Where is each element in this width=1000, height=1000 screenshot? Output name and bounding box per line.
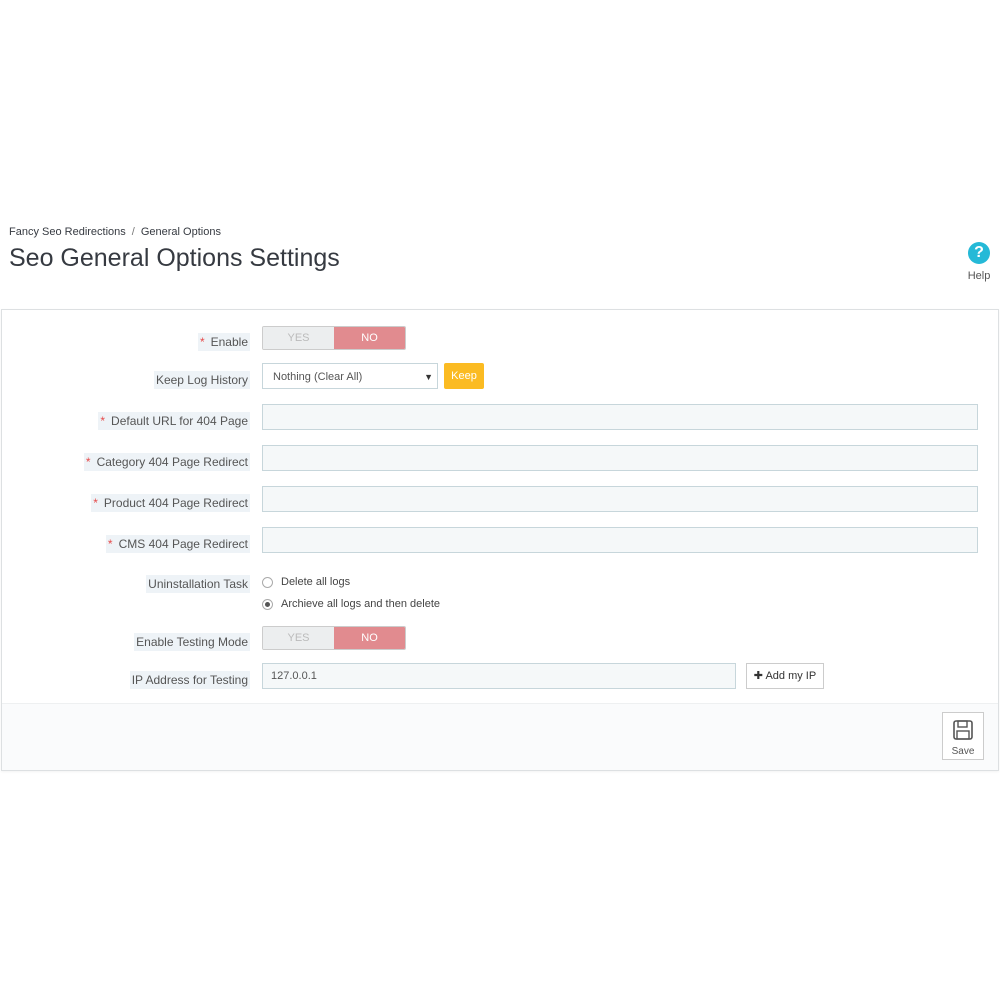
breadcrumb-separator: / <box>131 226 135 238</box>
category-redirect-input[interactable] <box>262 445 978 471</box>
uninstall-label: Uninstallation Task <box>146 575 250 593</box>
keep-log-selected: Nothing (Clear All) <box>273 371 363 383</box>
keep-log-select[interactable]: Nothing (Clear All) ▼ <box>262 363 438 389</box>
default-url-input[interactable] <box>262 404 978 430</box>
testing-mode-row: Enable Testing Mode YES NO <box>2 626 998 656</box>
uninstall-option-archive[interactable]: Archieve all logs and then delete <box>262 593 440 615</box>
help-button[interactable]: ? Help <box>966 242 992 282</box>
ip-address-label: IP Address for Testing <box>129 671 250 689</box>
breadcrumb: Fancy Seo Redirections / General Options <box>9 226 221 238</box>
enable-yes-option[interactable]: YES <box>263 327 334 349</box>
required-marker: * <box>85 455 91 469</box>
radio-button[interactable] <box>262 576 273 588</box>
panel-footer: Save <box>2 703 998 770</box>
required-marker: * <box>107 537 113 551</box>
page-header: Fancy Seo Redirections / General Options S… <box>0 220 1000 310</box>
cms-redirect-row: * CMS 404 Page Redirect <box>2 527 998 557</box>
enable-label: * Enable <box>197 333 250 351</box>
keep-log-row: Keep Log History Nothing (Clear All) ▼ K… <box>2 363 998 393</box>
uninstall-option-label: Delete all logs <box>281 576 351 588</box>
uninstall-row: Uninstallation Task Delete all logs Arch… <box>2 571 998 619</box>
testing-no-option[interactable]: NO <box>334 627 405 649</box>
enable-switch[interactable]: YES NO <box>262 326 406 350</box>
category-redirect-row: * Category 404 Page Redirect <box>2 445 998 475</box>
save-label: Save <box>951 746 975 757</box>
add-my-ip-button[interactable]: ✚ Add my IP <box>746 663 824 689</box>
ip-address-input[interactable]: 127.0.0.1 <box>262 663 736 689</box>
ip-address-row: IP Address for Testing 127.0.0.1 ✚ Add m… <box>2 663 998 693</box>
settings-panel: * Enable YES NO Keep Log History Nothing … <box>1 309 999 771</box>
cms-redirect-label: * CMS 404 Page Redirect <box>105 535 250 553</box>
category-redirect-label: * Category 404 Page Redirect <box>83 453 250 471</box>
cms-redirect-input[interactable] <box>262 527 978 553</box>
enable-row: * Enable YES NO <box>2 326 998 356</box>
required-marker: * <box>93 496 98 510</box>
breadcrumb-parent[interactable]: Fancy Seo Redirections <box>9 226 126 238</box>
required-marker: * <box>100 414 106 428</box>
question-circle-icon: ? <box>968 242 990 264</box>
help-label: Help <box>967 270 991 282</box>
testing-mode-switch[interactable]: YES NO <box>262 626 406 650</box>
save-button[interactable]: Save <box>942 712 984 760</box>
uninstall-option-delete[interactable]: Delete all logs <box>262 571 440 593</box>
keep-button[interactable]: Keep <box>444 363 484 389</box>
product-redirect-label: * Product 404 Page Redirect <box>91 494 250 512</box>
default-url-label: * Default URL for 404 Page <box>98 412 250 430</box>
caret-down-icon: ▼ <box>424 372 433 382</box>
keep-log-label: Keep Log History <box>153 371 250 389</box>
testing-mode-label: Enable Testing Mode <box>134 633 250 651</box>
radio-button-selected[interactable] <box>262 598 273 610</box>
product-redirect-input[interactable] <box>262 486 978 512</box>
required-marker: * <box>199 335 205 349</box>
testing-yes-option[interactable]: YES <box>263 627 334 649</box>
add-my-ip-label: Add my IP <box>765 670 817 682</box>
floppy-disk-icon <box>953 720 973 740</box>
breadcrumb-current: General Options <box>140 226 221 238</box>
product-redirect-row: * Product 404 Page Redirect <box>2 486 998 516</box>
page-title: Seo General Options Settings <box>9 244 340 272</box>
enable-no-option[interactable]: NO <box>334 327 405 349</box>
default-url-row: * Default URL for 404 Page <box>2 404 998 434</box>
plus-icon: ✚ <box>753 670 763 682</box>
uninstall-option-label: Archieve all logs and then delete <box>281 598 440 610</box>
